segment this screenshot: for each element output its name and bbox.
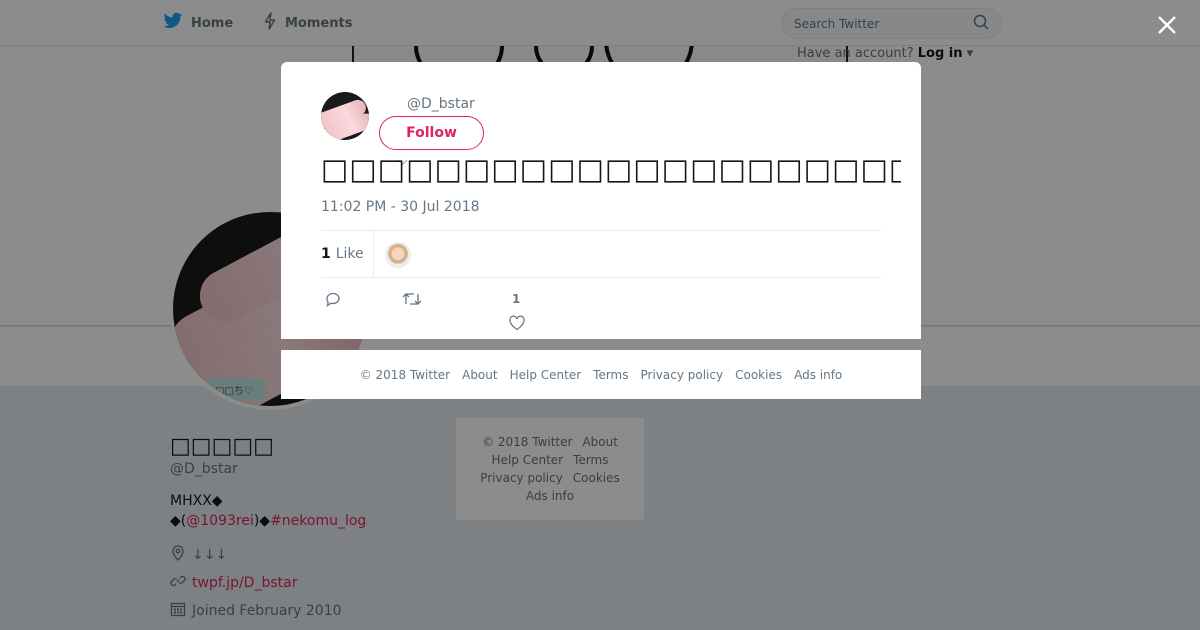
likes-label: Like bbox=[335, 246, 364, 262]
tweet-modal: @D_bstar Follow □□□□□□□□□□□□□□□□□□□□□□□□… bbox=[281, 62, 921, 339]
modal-footer-about[interactable]: About bbox=[462, 368, 497, 382]
reply-button[interactable] bbox=[324, 291, 342, 311]
follow-button[interactable]: Follow bbox=[379, 116, 484, 150]
action-like-count: 1 bbox=[512, 292, 521, 306]
retweet-button[interactable] bbox=[402, 291, 422, 311]
close-icon bbox=[1154, 16, 1180, 42]
tweet-timestamp[interactable]: 11:02 PM - 30 Jul 2018 bbox=[321, 199, 480, 215]
modal-footer-copyright: © 2018 Twitter bbox=[359, 367, 451, 382]
tweet-author-handle[interactable]: @D_bstar bbox=[407, 96, 475, 112]
tweet-author-avatar[interactable] bbox=[321, 92, 369, 140]
reply-icon bbox=[324, 291, 342, 311]
tweet-stats: 1 Like bbox=[321, 230, 881, 278]
heart-icon bbox=[508, 315, 526, 335]
like-button[interactable] bbox=[508, 315, 526, 335]
modal-footer-help[interactable]: Help Center bbox=[510, 368, 582, 382]
modal-footer-cookies[interactable]: Cookies bbox=[735, 368, 782, 382]
tweet-text: □□□□□□□□□□□□□□□□□□□□□□□□□□□□□□□□□□□□□□ bbox=[321, 152, 901, 186]
close-button[interactable] bbox=[1154, 12, 1180, 38]
likes-count[interactable]: 1 Like bbox=[321, 231, 364, 277]
retweet-icon bbox=[402, 291, 422, 311]
modal-footer: © 2018 Twitter About Help Center Terms P… bbox=[281, 350, 921, 399]
stats-divider bbox=[373, 231, 374, 277]
modal-footer-privacy[interactable]: Privacy policy bbox=[641, 368, 724, 382]
liker-avatar[interactable] bbox=[385, 242, 411, 268]
modal-footer-terms[interactable]: Terms bbox=[593, 368, 628, 382]
likes-number: 1 bbox=[321, 246, 331, 262]
modal-footer-ads[interactable]: Ads info bbox=[794, 368, 842, 382]
